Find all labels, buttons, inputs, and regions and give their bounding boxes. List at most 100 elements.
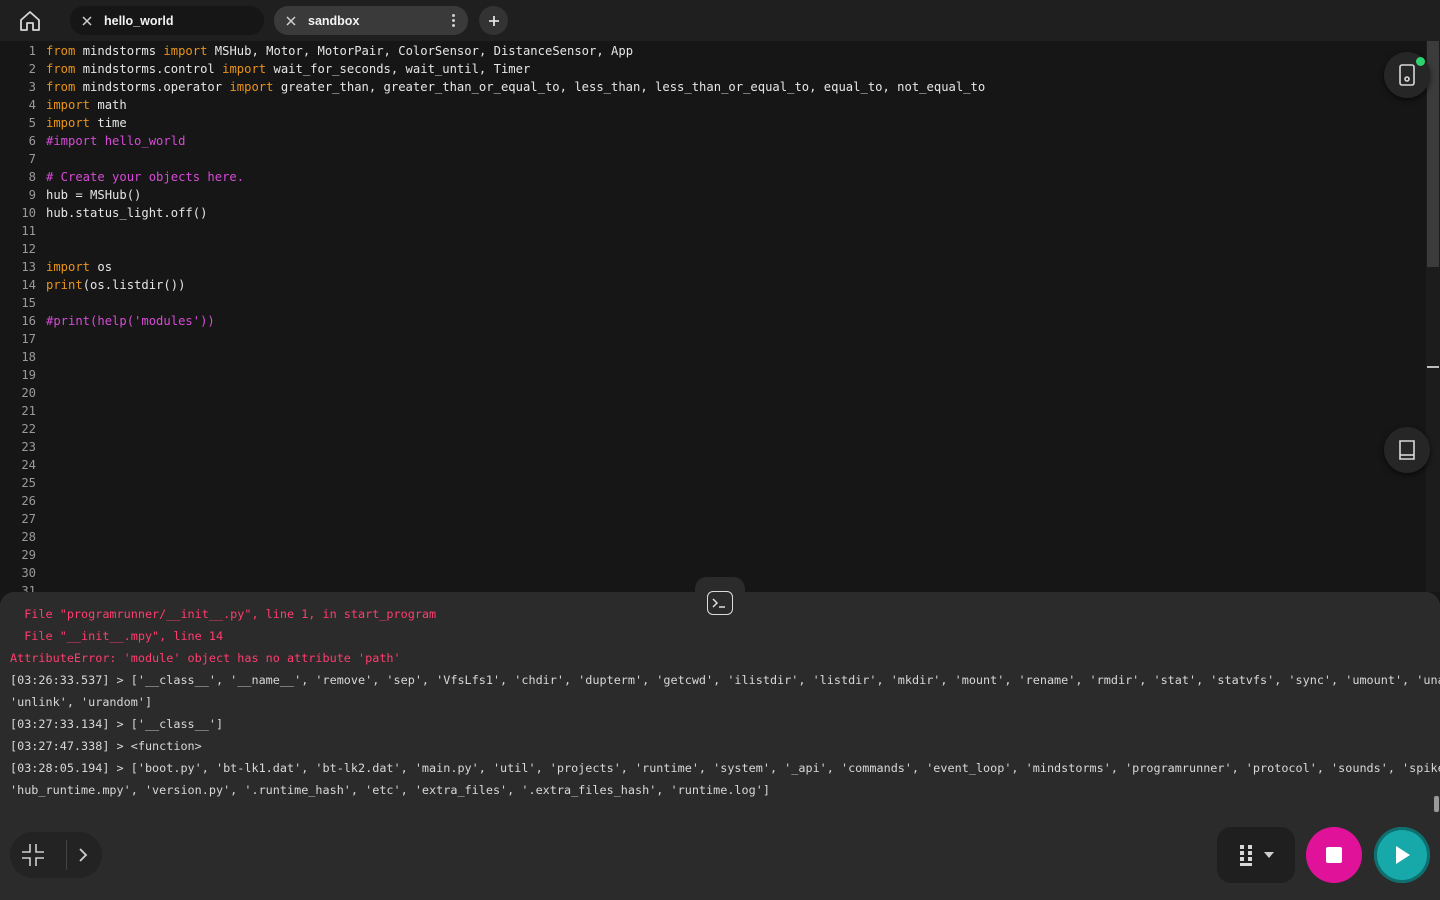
code-token: MSHub, Motor, MotorPair, ColorSensor, Di… xyxy=(207,44,634,58)
code-line[interactable]: 9 hub = MSHub() xyxy=(0,186,1420,204)
code-line[interactable]: 1 from mindstorms import MSHub, Motor, Mo… xyxy=(0,42,1420,60)
code-line[interactable]: 17 xyxy=(0,330,1420,348)
line-number: 7 xyxy=(28,152,36,166)
line-number: 23 xyxy=(21,440,36,454)
code-line[interactable]: 10 hub.status_light.off() xyxy=(0,204,1420,222)
line-number: 26 xyxy=(21,494,36,508)
console-output-line: 'unlink', 'urandom'] xyxy=(10,695,153,709)
terminal-icon xyxy=(707,591,733,615)
code-line[interactable]: 25 xyxy=(0,474,1420,492)
code-token: hub = MSHub() xyxy=(46,188,142,202)
keyword-token: from xyxy=(46,44,76,58)
keyword-token: import xyxy=(163,44,208,58)
code-line[interactable]: 7 xyxy=(0,150,1420,168)
line-number: 29 xyxy=(21,548,36,562)
code-line[interactable]: 26 xyxy=(0,492,1420,510)
stop-icon xyxy=(1326,847,1342,863)
comment-token: #import hello_world xyxy=(46,134,186,148)
tab-bar: hello_world sandbox xyxy=(0,0,1440,41)
code-line[interactable]: 12 xyxy=(0,240,1420,258)
code-line[interactable]: 4 import math xyxy=(0,96,1420,114)
hub-connection-button[interactable] xyxy=(1384,52,1430,98)
line-number: 1 xyxy=(28,44,36,58)
line-number: 17 xyxy=(21,332,36,346)
slot-selector-button[interactable] xyxy=(1217,827,1295,883)
code-line[interactable]: 19 xyxy=(0,366,1420,384)
code-token: mindstorms.operator xyxy=(75,80,230,94)
keyword-token: import xyxy=(46,116,91,130)
code-line[interactable]: 22 xyxy=(0,420,1420,438)
line-number: 31 xyxy=(21,584,36,592)
stop-button[interactable] xyxy=(1306,827,1362,883)
keyword-token: from xyxy=(46,62,76,76)
code-text: hub = MSHub() xyxy=(46,186,141,204)
code-line[interactable]: 13 import os xyxy=(0,258,1420,276)
console-error-line: File "programrunner/__init__.py", line 1… xyxy=(10,607,437,621)
code-line[interactable]: 29 xyxy=(0,546,1420,564)
code-text: #import hello_world xyxy=(46,132,185,150)
line-number: 18 xyxy=(21,350,36,364)
keyword-token: import xyxy=(46,260,91,274)
line-number: 12 xyxy=(21,242,36,256)
code-text: print(os.listdir()) xyxy=(46,276,185,294)
line-number: 28 xyxy=(21,530,36,544)
code-text: #print(help('modules')) xyxy=(46,312,215,330)
plus-icon xyxy=(488,15,499,26)
code-token: mindstorms.control xyxy=(75,62,223,76)
line-number: 8 xyxy=(28,170,36,184)
code-line[interactable]: 20 xyxy=(0,384,1420,402)
close-icon[interactable] xyxy=(284,14,298,28)
expand-console-button[interactable] xyxy=(68,832,98,878)
run-button[interactable] xyxy=(1374,827,1430,883)
line-number: 11 xyxy=(21,224,36,238)
home-icon xyxy=(20,11,40,31)
code-text: import time xyxy=(46,114,127,132)
code-line[interactable]: 8 # Create your objects here. xyxy=(0,168,1420,186)
code-token: (os.listdir()) xyxy=(82,278,186,292)
kebab-menu-icon[interactable] xyxy=(446,14,460,27)
console-toggle-button[interactable] xyxy=(695,577,745,617)
collapse-console-button[interactable] xyxy=(10,832,56,878)
close-icon[interactable] xyxy=(80,14,94,28)
new-tab-button[interactable] xyxy=(479,6,508,35)
tab-sandbox[interactable]: sandbox xyxy=(274,6,468,35)
code-text: import math xyxy=(46,96,127,114)
chevron-right-icon xyxy=(79,848,88,862)
code-line[interactable]: 18 xyxy=(0,348,1420,366)
hub-connected-indicator xyxy=(1416,57,1425,66)
code-text: from mindstorms.control import wait_for_… xyxy=(46,60,530,78)
code-line[interactable]: 5 import time xyxy=(0,114,1420,132)
console-output-line: [03:27:47.338] > <function> xyxy=(10,739,202,753)
code-line[interactable]: 16 #print(help('modules')) xyxy=(0,312,1420,330)
code-line[interactable]: 24 xyxy=(0,456,1420,474)
code-line[interactable]: 27 xyxy=(0,510,1420,528)
line-number: 6 xyxy=(28,134,36,148)
home-button[interactable] xyxy=(14,6,46,36)
code-line[interactable]: 11 xyxy=(0,222,1420,240)
code-token: wait_for_seconds, wait_until, Timer xyxy=(266,62,531,76)
code-editor[interactable]: 1 from mindstorms import MSHub, Motor, Mo… xyxy=(0,41,1426,592)
code-line[interactable]: 21 xyxy=(0,402,1420,420)
comment-token: # Create your objects here. xyxy=(46,170,245,184)
code-line[interactable]: 14 print(os.listdir()) xyxy=(0,276,1420,294)
code-line[interactable]: 28 xyxy=(0,528,1420,546)
code-line[interactable]: 2 from mindstorms.control import wait_for… xyxy=(0,60,1420,78)
book-icon xyxy=(1399,440,1415,460)
line-number: 27 xyxy=(21,512,36,526)
code-line[interactable]: 6 #import hello_world xyxy=(0,132,1420,150)
collapse-arrows-icon xyxy=(22,844,44,866)
code-line[interactable]: 23 xyxy=(0,438,1420,456)
code-line[interactable]: 3 from mindstorms.operator import greater… xyxy=(0,78,1420,96)
knowledge-base-button[interactable] xyxy=(1384,427,1430,473)
code-text: hub.status_light.off() xyxy=(46,204,207,222)
tab-hello-world[interactable]: hello_world xyxy=(70,6,264,35)
console-scrollbar-thumb[interactable] xyxy=(1434,796,1439,812)
code-token: hub.status_light.off() xyxy=(46,206,208,220)
code-token: math xyxy=(90,98,127,112)
console-output-line: [03:27:33.134] > ['__class__'] xyxy=(10,717,224,731)
line-number: 3 xyxy=(28,80,36,94)
hub-device-icon xyxy=(1399,64,1415,86)
code-line[interactable]: 15 xyxy=(0,294,1420,312)
line-number: 14 xyxy=(21,278,36,292)
builtin-token: print xyxy=(46,278,83,292)
